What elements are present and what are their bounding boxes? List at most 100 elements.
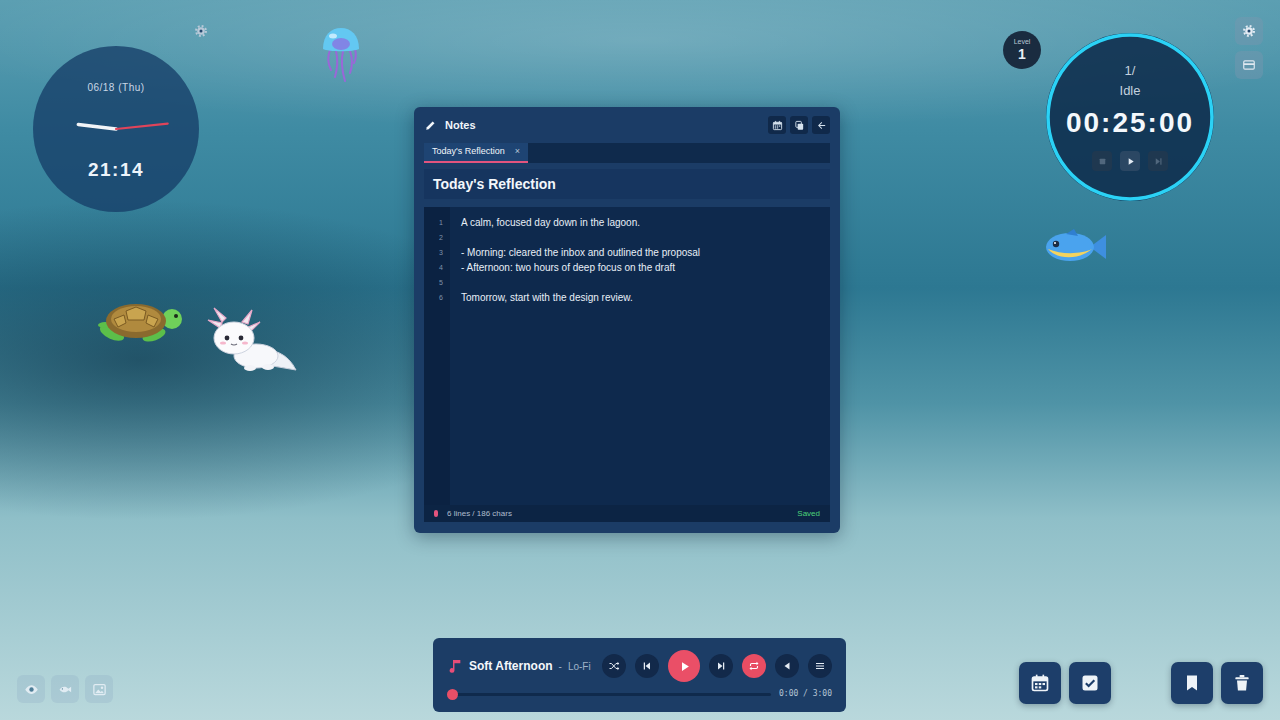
track-info: Soft Afternoon-Lo-Fi — [447, 657, 591, 675]
eye-icon — [24, 682, 39, 697]
tab-close-button[interactable]: × — [515, 145, 520, 159]
checkbox-icon — [1080, 673, 1100, 693]
card-icon — [1242, 58, 1256, 72]
timer-controls — [1092, 151, 1168, 171]
bookmark-icon — [1182, 673, 1202, 693]
date-button[interactable] — [768, 116, 786, 134]
track-genre: Lo-Fi — [568, 659, 591, 674]
note-line: Tomorrow, start with the design review. — [461, 290, 700, 305]
volume-button[interactable] — [775, 654, 799, 678]
note-line: A calm, focused day down in the lagoon. — [461, 215, 700, 230]
pencil-icon — [424, 119, 437, 132]
play-icon — [1125, 156, 1136, 167]
line-number: 6 — [424, 290, 450, 305]
notes-header: Notes — [414, 107, 840, 143]
level-value: 1 — [1018, 46, 1026, 62]
track-title: Soft Afternoon — [469, 657, 553, 675]
axolotl-icon — [198, 306, 298, 384]
pet-axolotl[interactable] — [198, 306, 298, 384]
note-text: A calm, focused day down in the lagoon. -… — [450, 207, 700, 505]
image-icon — [92, 682, 107, 697]
visibility-button[interactable] — [17, 675, 45, 703]
fish-icon — [58, 682, 73, 697]
tab-label: Today's Reflection — [432, 145, 505, 159]
notes-title-group: Notes — [424, 117, 476, 134]
fish-icon — [1042, 227, 1108, 267]
back-button[interactable] — [812, 116, 830, 134]
tasks-button[interactable] — [1069, 662, 1111, 704]
play-icon — [677, 659, 692, 674]
repeat-icon — [748, 660, 760, 672]
level-badge: Level1 — [1003, 31, 1041, 69]
gear-icon — [194, 24, 208, 38]
pet-turtle[interactable] — [92, 295, 186, 347]
next-button[interactable] — [709, 654, 733, 678]
shuffle-icon — [608, 660, 620, 672]
playlist-button[interactable] — [808, 654, 832, 678]
clock-widget: 06/18 (Thu)21:14 — [33, 46, 199, 212]
trash-button[interactable] — [1221, 662, 1263, 704]
clock-hands-icon — [33, 46, 199, 212]
stop-icon — [1097, 156, 1108, 167]
progress-handle[interactable] — [447, 689, 458, 700]
pets-button[interactable] — [51, 675, 79, 703]
note-line: - Afternoon: two hours of deep focus on … — [461, 260, 700, 275]
status-dot — [434, 510, 438, 517]
pomodoro-timer: 1/Idle00:25:00 — [1046, 33, 1214, 201]
pet-jellyfish[interactable] — [318, 25, 364, 87]
speaker-icon — [781, 660, 793, 672]
trash-icon — [1232, 673, 1252, 693]
pet-fish[interactable] — [1042, 227, 1108, 267]
bookmark-button[interactable] — [1171, 662, 1213, 704]
notes-stats-group: 6 lines / 186 chars — [434, 508, 512, 520]
settings-button[interactable] — [1235, 17, 1263, 45]
previous-button[interactable] — [635, 654, 659, 678]
notes-window: NotesToday's Reflection×Today's Reflecti… — [414, 107, 840, 533]
stop-button[interactable] — [1092, 151, 1112, 171]
play-button[interactable] — [668, 650, 700, 682]
notes-status-bar: 6 lines / 186 charsSaved — [424, 505, 830, 522]
jellyfish-icon — [318, 25, 364, 87]
line-number: 4 — [424, 260, 450, 275]
background-button[interactable] — [85, 675, 113, 703]
wallet-button[interactable] — [1235, 51, 1263, 79]
play-button[interactable] — [1120, 151, 1140, 171]
progress-track[interactable] — [452, 693, 771, 696]
dock-left — [1019, 662, 1111, 704]
player-buttons — [602, 650, 832, 682]
notes-stats: 6 lines / 186 chars — [447, 508, 512, 520]
music-note-icon — [447, 658, 463, 674]
document-title[interactable]: Today's Reflection — [424, 169, 830, 199]
line-number-gutter: 123456 — [424, 207, 450, 505]
desktop: 06/18 (Thu)21:14 Notes Today's Reflection ×… — [0, 0, 1280, 720]
timer-state: Idle — [1120, 83, 1141, 99]
clock-settings-button[interactable] — [194, 24, 208, 38]
note-tab[interactable]: Today's Reflection × — [424, 143, 528, 163]
turtle-icon — [92, 295, 186, 347]
timer-time: 00:25:00 — [1066, 107, 1194, 139]
note-editor[interactable]: 123456A calm, focused day down in the la… — [424, 207, 830, 505]
repeat-button[interactable] — [742, 654, 766, 678]
notes-tab-bar: Today's Reflection × — [424, 143, 830, 163]
progress-row: 0:00 / 3:00 — [447, 687, 832, 701]
view-toolbar — [17, 675, 113, 703]
track-time: 0:00 / 3:00 — [779, 688, 832, 700]
line-number: 3 — [424, 245, 450, 260]
note-line: - Morning: cleared the inbox and outline… — [461, 245, 700, 260]
calendar-button[interactable] — [1019, 662, 1061, 704]
clock-time: 21:14 — [88, 159, 144, 181]
line-number: 2 — [424, 230, 450, 245]
shuffle-button[interactable] — [602, 654, 626, 678]
copy-icon — [794, 120, 805, 131]
player-controls-row: Soft Afternoon-Lo-Fi — [447, 651, 832, 681]
calendar-icon — [1030, 673, 1050, 693]
track-separator: - — [559, 659, 562, 674]
menu-icon — [814, 660, 826, 672]
copy-button[interactable] — [790, 116, 808, 134]
dock-right — [1171, 662, 1263, 704]
line-number: 1 — [424, 215, 450, 230]
notes-title: Notes — [445, 117, 476, 134]
skip-button[interactable] — [1148, 151, 1168, 171]
